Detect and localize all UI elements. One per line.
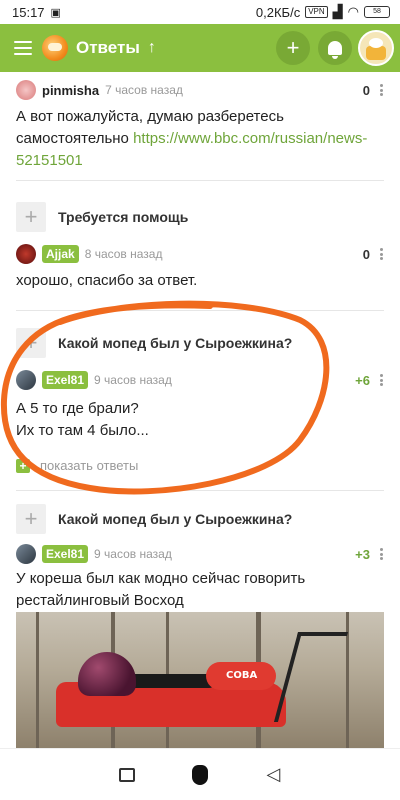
avatar[interactable] [16, 244, 36, 264]
notification-icon: ▣ [50, 6, 61, 19]
back-icon: ◁ [266, 764, 281, 784]
question-title[interactable]: Требуется помощь [58, 209, 188, 225]
follow-question-icon[interactable]: + [16, 202, 46, 232]
user-avatar[interactable] [358, 30, 394, 66]
more-options-icon[interactable] [380, 248, 384, 260]
question-header[interactable]: + Какой мопед был у Сыроежкина? [16, 504, 384, 534]
username-badge[interactable]: Ajjak [42, 245, 79, 263]
status-bar: 15:17 ▣ 0,2КБ/с VPN ▟ ◠ 58 [0, 0, 400, 24]
photo-tree [36, 612, 39, 748]
answer-text: А 5 то где брали? Их то там 4 было... [16, 398, 384, 442]
notifications-button[interactable] [318, 31, 352, 65]
answer-text: А вот пожалуйста, думаю разберетесь само… [16, 106, 384, 172]
home-button[interactable] [188, 764, 212, 785]
answer-header: pinmisha 7 часов назад 0 [16, 80, 384, 100]
recents-icon [118, 767, 135, 782]
more-options-icon[interactable] [380, 548, 384, 560]
answer-line: Их то там 4 было... [16, 422, 149, 439]
username-badge[interactable]: Exel81 [42, 371, 89, 389]
signal-icon: ▟ [332, 4, 343, 19]
username[interactable]: pinmisha [42, 83, 99, 98]
recents-button[interactable] [115, 765, 139, 785]
scroll-up-icon[interactable]: ↑ [148, 39, 156, 57]
app-logo[interactable] [42, 35, 68, 61]
answer-text: хорошо, спасибо за ответ. [16, 272, 198, 289]
moped-handlebar [273, 632, 349, 722]
divider [16, 490, 384, 491]
back-button[interactable]: ◁ [261, 764, 285, 785]
question-title[interactable]: Какой мопед был у Сыроежкина? [58, 335, 292, 351]
answers-feed: pinmisha 7 часов назад 0 А вот пожалуйст… [0, 72, 400, 748]
network-speed: 0,2КБ/с [255, 4, 301, 20]
apple-icon [191, 764, 208, 785]
add-question-button[interactable]: + [276, 31, 310, 65]
status-time: 15:17 [12, 4, 45, 20]
more-options-icon[interactable] [380, 84, 384, 96]
divider [16, 310, 384, 311]
plus-icon: + [286, 35, 300, 60]
wifi-icon: ◠ [347, 4, 359, 19]
follow-question-icon[interactable]: + [16, 504, 46, 534]
score: 0 [362, 82, 370, 98]
answer-text: У кореша был как модно сейчас говорить р… [16, 570, 306, 609]
score: +3 [355, 546, 370, 562]
show-answers-button[interactable]: + показать ответы [16, 458, 138, 473]
vpn-icon: VPN [305, 6, 328, 18]
answer-header: Exel81 9 часов назад +3 [16, 544, 384, 564]
timestamp: 9 часов назад [94, 547, 172, 561]
question-header[interactable]: + Какой мопед был у Сыроежкина? [16, 328, 384, 358]
avatar[interactable] [16, 370, 36, 390]
status-right: 0,2КБ/с VPN ▟ ◠ 58 [256, 4, 390, 20]
avatar[interactable] [16, 544, 36, 564]
helmet [78, 652, 136, 696]
show-answers-label: показать ответы [40, 458, 139, 473]
question-header[interactable]: + Требуется помощь [16, 202, 384, 232]
question-title[interactable]: Какой мопед был у Сыроежкина? [58, 511, 292, 527]
battery-icon: 58 [364, 6, 390, 18]
username-badge[interactable]: Exel81 [42, 545, 89, 563]
timestamp: 7 часов назад [105, 83, 183, 97]
system-nav-bar: ◁ [0, 748, 400, 800]
follow-question-icon[interactable]: + [16, 328, 46, 358]
answer-line: А 5 то где брали? [16, 400, 139, 417]
answer-header: Exel81 9 часов назад +6 [16, 370, 384, 390]
more-options-icon[interactable] [380, 374, 384, 386]
score: 0 [362, 246, 370, 262]
timestamp: 9 часов назад [94, 373, 172, 387]
app-bar: Ответы ↑ + [0, 24, 400, 72]
answer-photo[interactable]: СОВА [16, 612, 384, 748]
bell-icon [328, 41, 342, 59]
moped-brand-label: СОВА [226, 670, 258, 681]
score: +6 [355, 372, 370, 388]
divider [16, 180, 384, 181]
timestamp: 8 часов назад [84, 247, 163, 261]
app-title[interactable]: Ответы [76, 38, 140, 58]
avatar[interactable] [16, 80, 36, 100]
menu-icon[interactable] [14, 41, 32, 55]
answer-header: Ajjak 8 часов назад 0 [16, 244, 384, 264]
expand-icon: + [16, 458, 30, 473]
